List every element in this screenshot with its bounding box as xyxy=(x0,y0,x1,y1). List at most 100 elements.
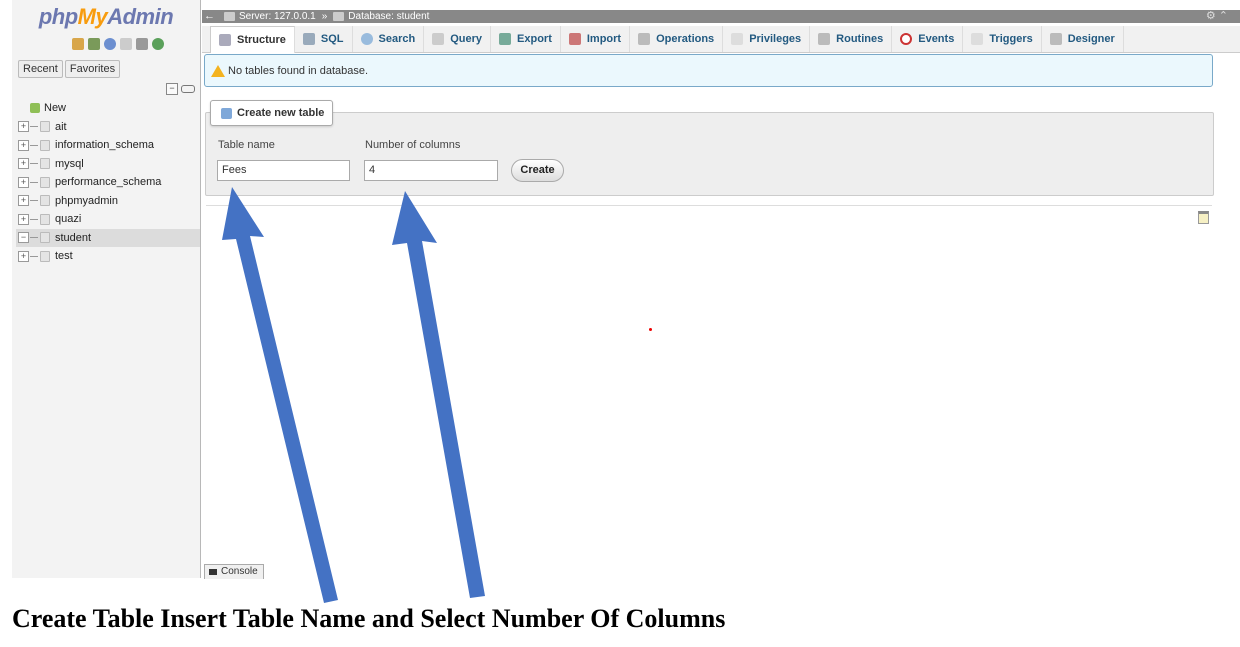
home-icon[interactable] xyxy=(72,38,84,50)
database-icon xyxy=(333,12,345,21)
create-button[interactable]: Create xyxy=(511,159,564,182)
tree-item-phpmyadmin[interactable]: + phpmyadmin xyxy=(16,192,200,211)
tree-item-label: phpmyadmin xyxy=(55,194,118,207)
collapse-all-icon[interactable]: − xyxy=(166,83,178,95)
structure-icon xyxy=(219,33,231,46)
routines-icon xyxy=(818,33,831,45)
recent-tab[interactable]: Recent xyxy=(18,60,63,78)
divider xyxy=(206,205,1212,206)
logo-my: My xyxy=(77,4,108,29)
tab-routines[interactable]: Routines xyxy=(810,26,893,52)
import-icon xyxy=(568,33,581,45)
tab-sql[interactable]: SQL xyxy=(295,26,353,52)
database-icon xyxy=(40,232,50,244)
database-icon xyxy=(40,250,50,262)
expand-icon[interactable]: + xyxy=(18,158,29,170)
expand-icon[interactable]: + xyxy=(18,195,29,207)
clock-icon xyxy=(900,33,913,45)
tree-item-mysql[interactable]: + mysql xyxy=(16,155,200,174)
tab-label: SQL xyxy=(320,33,344,45)
tree-item-information-schema[interactable]: + information_schema xyxy=(16,136,200,155)
back-arrow-icon[interactable]: ← xyxy=(204,10,215,23)
expand-icon[interactable]: + xyxy=(18,139,29,151)
tab-import[interactable]: Import xyxy=(561,26,631,52)
link-icon[interactable] xyxy=(181,85,195,93)
tree-item-new[interactable]: New xyxy=(16,99,200,118)
logout-icon[interactable] xyxy=(88,38,100,50)
logo-admin: Admin xyxy=(107,4,174,29)
favorites-tab[interactable]: Favorites xyxy=(64,60,121,78)
new-table-icon xyxy=(221,107,232,119)
console-toggle[interactable]: Console xyxy=(204,564,264,579)
docs-icon[interactable] xyxy=(120,38,132,50)
tab-privileges[interactable]: Privileges xyxy=(723,26,811,52)
tab-label: Search xyxy=(378,33,416,45)
tab-search[interactable]: Search xyxy=(353,26,425,52)
note-icon[interactable] xyxy=(1198,211,1209,224)
search-icon xyxy=(360,33,373,45)
tree-item-student[interactable]: − student xyxy=(16,228,200,247)
main-tabs: Structure SQL Search Query Export Import… xyxy=(202,25,1240,53)
tab-label: Import xyxy=(586,33,622,45)
database-icon xyxy=(40,158,50,170)
new-database-icon xyxy=(30,103,40,114)
table-name-input[interactable]: Fees xyxy=(217,160,350,181)
tab-designer[interactable]: Designer xyxy=(1042,26,1124,52)
expand-icon[interactable]: + xyxy=(18,176,29,188)
tab-events[interactable]: Events xyxy=(892,26,964,52)
database-icon xyxy=(40,213,50,225)
expand-icon[interactable]: + xyxy=(18,250,29,262)
navigation-sidebar: phpMyAdmin Recent Favorites − New + ait +… xyxy=(12,0,201,578)
designer-icon xyxy=(1049,33,1062,45)
tree-item-quazi[interactable]: + quazi xyxy=(16,210,200,229)
tab-structure[interactable]: Structure xyxy=(210,25,295,53)
breadcrumb-server[interactable]: Server: 127.0.0.1 xyxy=(224,10,316,23)
settings-icon[interactable] xyxy=(136,38,148,50)
query-icon xyxy=(432,33,445,45)
collapse-icon[interactable]: − xyxy=(18,232,29,244)
reload-icon[interactable] xyxy=(152,38,164,50)
tree-item-label: mysql xyxy=(55,157,84,170)
tab-label: Privileges xyxy=(749,33,802,45)
help-icon[interactable] xyxy=(104,38,116,50)
expand-icon[interactable]: + xyxy=(18,121,29,133)
breadcrumb-server-label: Server: 127.0.0.1 xyxy=(239,11,316,22)
notice-message: No tables found in database. xyxy=(204,54,1213,87)
create-table-legend: Create new table xyxy=(210,100,334,126)
number-of-columns-input[interactable]: 4 xyxy=(364,160,498,181)
tree-item-label: ait xyxy=(55,120,67,133)
database-tree: New + ait + information_schema + mysql + per… xyxy=(16,99,200,266)
tab-triggers[interactable]: Triggers xyxy=(963,26,1042,52)
gear-icon[interactable]: ⚙ ⌃ xyxy=(1206,10,1228,23)
tab-label: Designer xyxy=(1067,33,1115,45)
database-icon xyxy=(40,139,50,151)
number-of-columns-label: Number of columns xyxy=(365,139,461,151)
breadcrumb-separator: » xyxy=(321,11,328,22)
tab-label: Events xyxy=(918,33,955,45)
privileges-icon xyxy=(731,33,744,45)
tab-label: Export xyxy=(517,33,552,45)
arrow-to-table-name xyxy=(222,187,338,603)
tree-item-label: New xyxy=(44,102,67,115)
tree-item-ait[interactable]: + ait xyxy=(16,118,200,137)
console-label: Console xyxy=(221,566,258,577)
tree-controls: − xyxy=(166,83,195,95)
expand-icon[interactable]: + xyxy=(18,213,29,225)
tree-item-performance-schema[interactable]: + performance_schema xyxy=(16,173,200,192)
arrow-to-column-count xyxy=(392,191,485,598)
triggers-icon xyxy=(971,33,984,45)
phpmyadmin-logo[interactable]: phpMyAdmin xyxy=(12,4,200,30)
console-icon xyxy=(209,569,217,575)
warning-icon xyxy=(211,64,225,77)
tree-item-test[interactable]: + test xyxy=(16,247,200,266)
tab-label: Operations xyxy=(656,33,715,45)
tab-export[interactable]: Export xyxy=(491,26,561,52)
create-table-fieldset xyxy=(205,112,1214,196)
tab-label: Query xyxy=(450,33,483,45)
tab-query[interactable]: Query xyxy=(424,26,492,52)
tab-operations[interactable]: Operations xyxy=(630,26,724,52)
notice-text: No tables found in database. xyxy=(228,64,369,77)
breadcrumb-database[interactable]: Database: student xyxy=(333,10,429,23)
tree-item-label: performance_schema xyxy=(55,176,162,189)
database-icon xyxy=(40,195,50,207)
